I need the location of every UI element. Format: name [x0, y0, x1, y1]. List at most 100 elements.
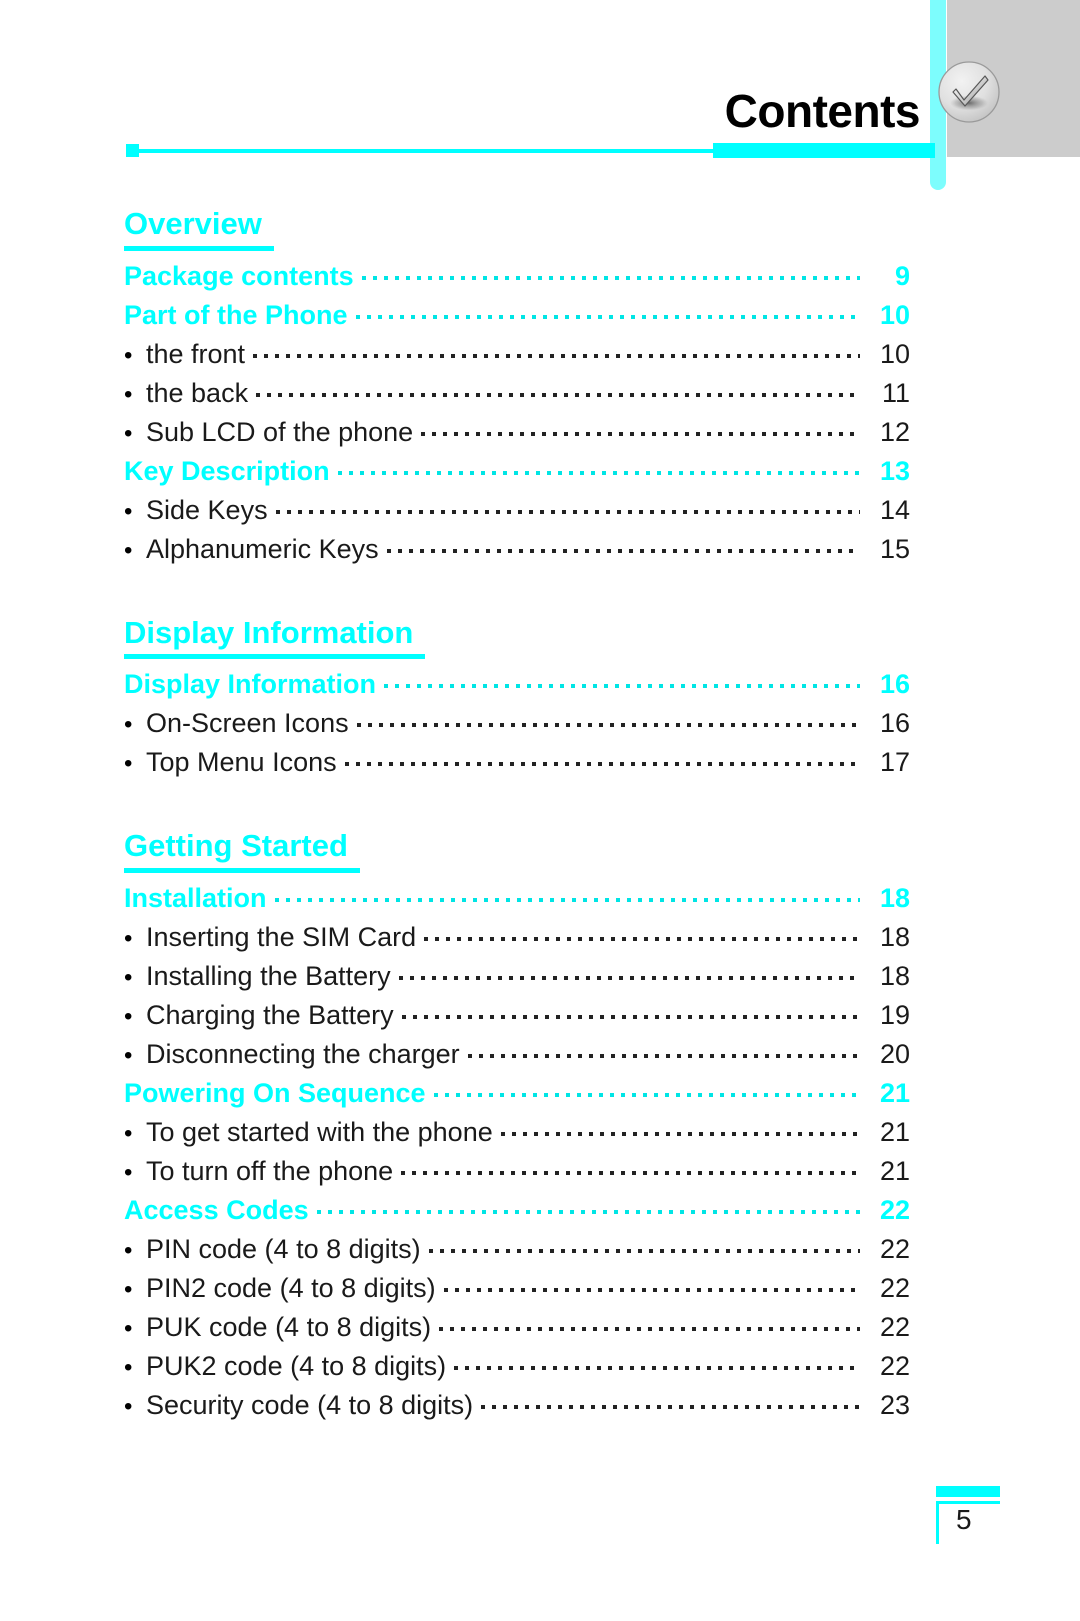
footer-accent-vertical: [936, 1501, 939, 1544]
bullet-icon: •: [124, 380, 133, 408]
dot-leader: [337, 464, 860, 480]
dot-leader: [500, 1125, 860, 1141]
toc-entry-page-number: 18: [879, 960, 910, 991]
toc-entry-label: Access Codes: [124, 1194, 309, 1225]
dot-leader: [424, 930, 860, 946]
toc-entry-page-number: 16: [879, 669, 910, 700]
toc-entry-minor[interactable]: • PUK code (4 to 8 digits) 22: [124, 1308, 910, 1347]
toc-entry-page-number: 23: [879, 1389, 910, 1420]
toc-entry-label: Alphanumeric Keys: [146, 533, 379, 564]
bullet-icon: •: [124, 341, 133, 369]
toc-entry-minor[interactable]: • On-Screen Icons 16: [124, 704, 910, 743]
toc-entry-label: PUK code (4 to 8 digits): [146, 1311, 432, 1342]
dot-leader: [384, 677, 860, 693]
toc-entry-minor[interactable]: • PIN2 code (4 to 8 digits) 22: [124, 1269, 910, 1308]
toc-entry-minor[interactable]: • To get started with the phone 21: [124, 1113, 910, 1152]
toc-entry-page-number: 16: [879, 708, 910, 739]
toc-entry-page-number: 12: [879, 416, 910, 447]
page-header: Contents: [0, 0, 1080, 200]
bullet-icon: •: [124, 1392, 133, 1420]
dot-leader: [398, 969, 860, 985]
toc-entry-minor[interactable]: • Alphanumeric Keys 15: [124, 530, 910, 569]
toc-entry-minor[interactable]: • PUK2 code (4 to 8 digits) 22: [124, 1347, 910, 1386]
toc-entry-page-number: 19: [879, 999, 910, 1030]
bullet-icon: •: [124, 750, 133, 778]
dot-leader: [481, 1398, 860, 1414]
toc-entry-minor[interactable]: • Side Keys 14: [124, 491, 910, 530]
bullet-icon: •: [124, 536, 133, 564]
dot-leader: [344, 755, 860, 771]
bullet-icon: •: [124, 963, 133, 991]
dot-leader: [467, 1047, 860, 1063]
toc-entry-minor[interactable]: • To turn off the phone 21: [124, 1152, 910, 1191]
toc-entry-minor[interactable]: • Sub LCD of the phone 12: [124, 413, 910, 452]
toc-entry-minor[interactable]: • PIN code (4 to 8 digits) 22: [124, 1230, 910, 1269]
toc-entry-major[interactable]: Display Information 16: [124, 665, 910, 704]
dot-leader: [439, 1320, 860, 1336]
toc-entry-label: Powering On Sequence: [124, 1077, 426, 1108]
toc-entry-page-number: 18: [879, 921, 910, 952]
dot-leader: [253, 347, 860, 363]
toc-entry-major[interactable]: Access Codes 22: [124, 1191, 910, 1230]
bullet-icon: •: [124, 711, 133, 739]
dot-leader: [433, 1086, 860, 1102]
toc-entry-label: To get started with the phone: [146, 1116, 493, 1147]
bullet-icon: •: [124, 1002, 133, 1030]
dot-leader: [356, 716, 860, 732]
checkmark-badge-icon: [930, 53, 1008, 131]
bullet-icon: •: [124, 1275, 133, 1303]
toc-entry-label: Security code (4 to 8 digits): [146, 1389, 474, 1420]
toc-entry-minor[interactable]: • Inserting the SIM Card 18: [124, 918, 910, 957]
toc-entry-page-number: 9: [894, 260, 910, 291]
dot-leader: [355, 308, 860, 324]
toc-entry-label: On-Screen Icons: [146, 708, 349, 739]
bullet-icon: •: [124, 1236, 133, 1264]
toc-entry-page-number: 11: [881, 377, 910, 408]
bullet-icon: •: [124, 1041, 133, 1069]
toc-entry-label: Sub LCD of the phone: [146, 416, 414, 447]
toc-entry-minor[interactable]: • Top Menu Icons 17: [124, 743, 910, 782]
toc-entry-label: Package contents: [124, 260, 354, 291]
toc-entry-page-number: 21: [879, 1155, 910, 1186]
toc-entry-label: Installing the Battery: [146, 960, 391, 991]
toc-entry-label: Inserting the SIM Card: [146, 921, 417, 952]
page-title: Contents: [724, 85, 921, 137]
section-heading[interactable]: Overview: [124, 206, 274, 251]
dot-leader: [275, 503, 860, 519]
toc-section: Getting Started Installation 18 • Inserting …: [0, 828, 1080, 1425]
toc-entry-page-number: 22: [879, 1272, 910, 1303]
toc-entry-page-number: 15: [879, 533, 910, 564]
toc-entry-minor[interactable]: • the front 10: [124, 335, 910, 374]
dot-leader: [386, 542, 860, 558]
toc-entry-page-number: 21: [879, 1077, 910, 1108]
dot-leader: [401, 1008, 860, 1024]
toc-entry-label: Installation: [124, 882, 267, 913]
section-heading[interactable]: Display Information: [124, 615, 426, 660]
toc-entry-minor[interactable]: • Installing the Battery 18: [124, 957, 910, 996]
bullet-icon: •: [124, 1353, 133, 1381]
toc-entry-page-number: 20: [879, 1038, 910, 1069]
header-rule-thick: [713, 143, 935, 158]
toc-section: Overview Package contents 9 Part of the Pho…: [0, 206, 1080, 569]
table-of-contents: Overview Package contents 9 Part of the Pho…: [0, 206, 1080, 1425]
toc-entry-major[interactable]: Installation 18: [124, 879, 910, 918]
toc-entry-minor[interactable]: • the back 11: [124, 374, 910, 413]
toc-entry-major[interactable]: Part of the Phone 10: [124, 296, 910, 335]
toc-entry-minor[interactable]: • Security code (4 to 8 digits) 23: [124, 1386, 910, 1425]
toc-entry-page-number: 22: [879, 1233, 910, 1264]
bullet-icon: •: [124, 497, 133, 525]
dot-leader: [316, 1203, 860, 1219]
toc-entry-page-number: 22: [879, 1350, 910, 1381]
toc-entry-minor[interactable]: • Disconnecting the charger 20: [124, 1035, 910, 1074]
toc-section: Display Information Display Information 16…: [0, 615, 1080, 783]
toc-entry-major[interactable]: Key Description 13: [124, 452, 910, 491]
toc-entry-label: Disconnecting the charger: [146, 1038, 460, 1069]
section-heading[interactable]: Getting Started: [124, 828, 360, 873]
toc-entry-minor[interactable]: • Charging the Battery 19: [124, 996, 910, 1035]
toc-entry-major[interactable]: Powering On Sequence 21: [124, 1074, 910, 1113]
toc-entry-page-number: 13: [879, 455, 910, 486]
dot-leader: [401, 1164, 860, 1180]
toc-entry-major[interactable]: Package contents 9: [124, 257, 910, 296]
